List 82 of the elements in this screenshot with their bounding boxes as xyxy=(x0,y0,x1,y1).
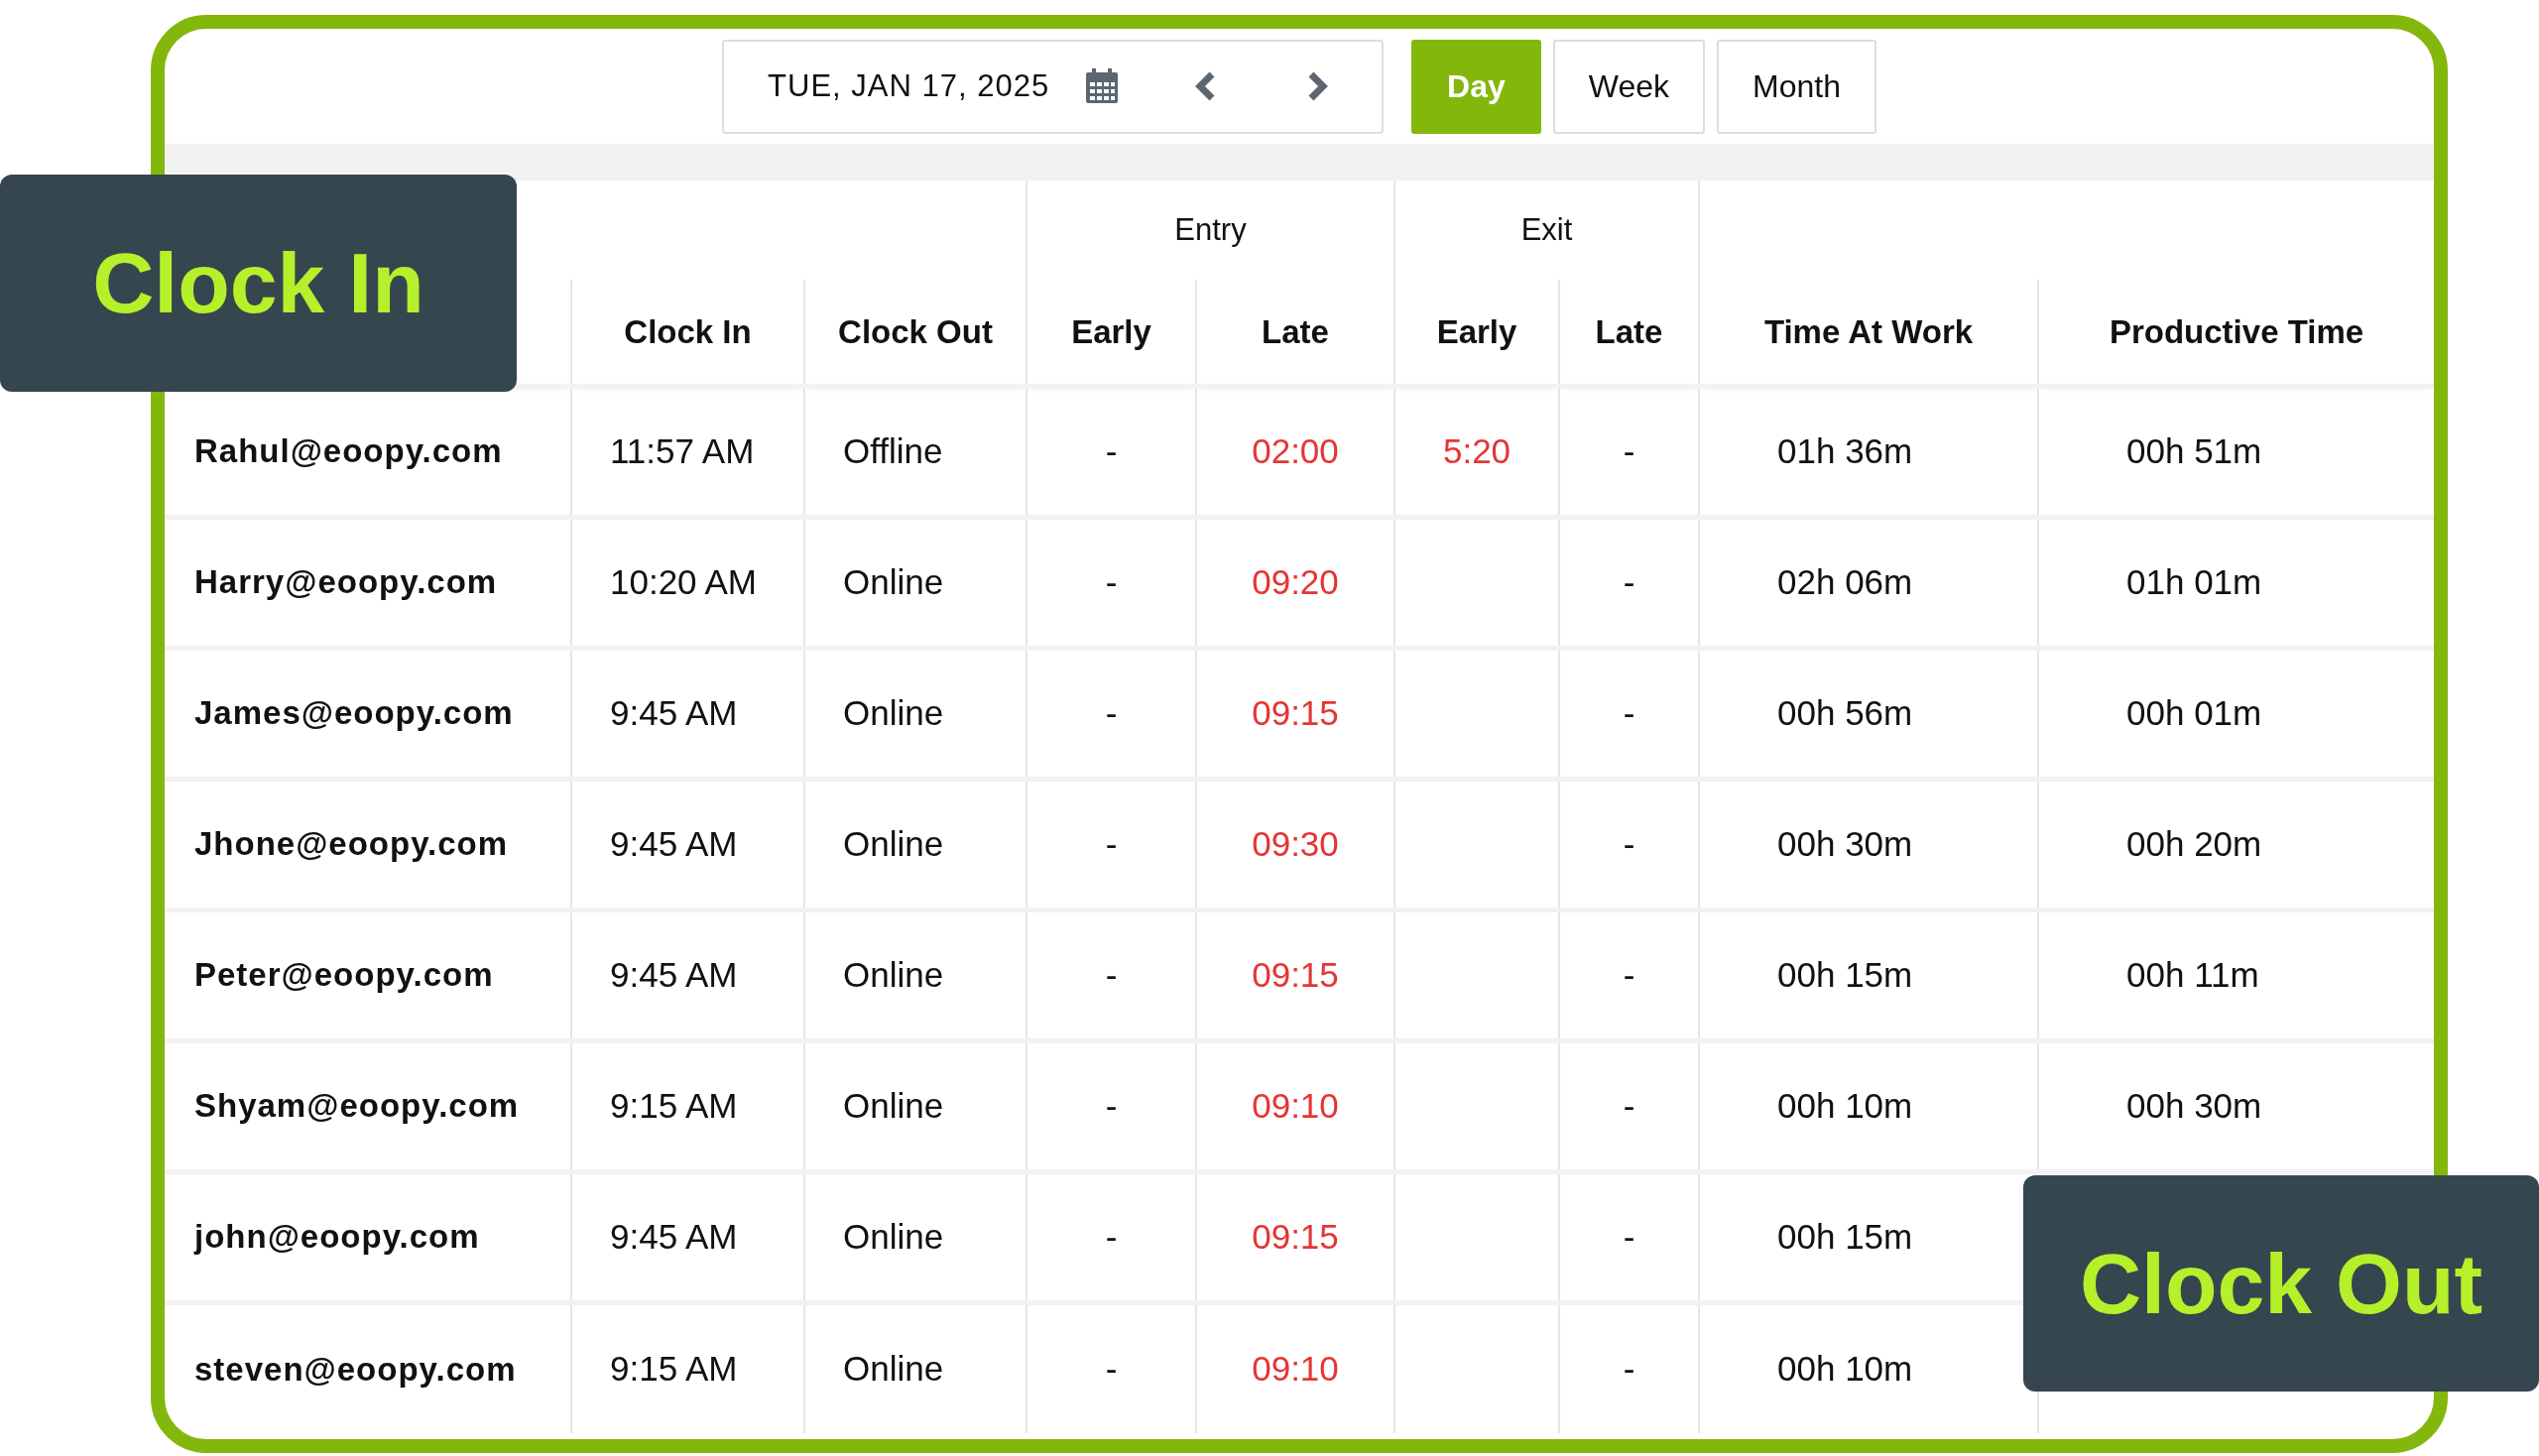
status-cell: Online xyxy=(843,1085,944,1125)
clock-in-cell: 11:57 AM xyxy=(610,430,755,470)
exit-late-cell: - xyxy=(1623,692,1635,732)
status-cell: Online xyxy=(843,1216,944,1256)
productive-time-cell: 01h 01m xyxy=(2126,561,2262,601)
productive-time-cell: 00h 30m xyxy=(2126,1085,2262,1125)
productive-time-cell: 00h 20m xyxy=(2126,823,2262,863)
email-cell: john@eoopy.com xyxy=(194,1218,480,1256)
time-at-work-cell: 01h 36m xyxy=(1777,430,1913,470)
column-header: Late xyxy=(1595,312,1663,350)
status-cell: Online xyxy=(843,823,944,863)
column-header: Productive Time xyxy=(2109,312,2364,350)
callout-label: Clock Out xyxy=(2023,1175,2539,1392)
time-at-work-cell: 00h 10m xyxy=(1777,1085,1913,1125)
status-cell: Online xyxy=(843,1349,944,1388)
calendar-icon[interactable] xyxy=(1085,68,1120,104)
clock-in-cell: 9:45 AM xyxy=(610,692,738,732)
time-at-work-cell: 00h 15m xyxy=(1777,1216,1913,1256)
entry-late-cell: 09:15 xyxy=(1252,954,1339,994)
clock-in-cell: 9:45 AM xyxy=(610,1216,738,1256)
view-tab[interactable]: Month xyxy=(1717,39,1876,134)
entry-late-cell: 02:00 xyxy=(1252,430,1339,470)
entry-early-cell: - xyxy=(1105,823,1118,863)
entry-late-cell: 09:10 xyxy=(1252,1349,1339,1388)
email-cell: Harry@eoopy.com xyxy=(194,563,498,601)
entry-early-cell: - xyxy=(1105,561,1118,601)
time-at-work-cell: 02h 06m xyxy=(1777,561,1913,601)
entry-late-cell: 09:15 xyxy=(1252,692,1339,732)
email-cell: Shyam@eoopy.com xyxy=(194,1087,520,1125)
entry-early-cell: - xyxy=(1105,692,1118,732)
clock-in-cell: 10:20 AM xyxy=(610,561,757,601)
entry-early-cell: - xyxy=(1105,1216,1118,1256)
date-picker[interactable]: TUE, JAN 17, 2025 xyxy=(722,39,1385,134)
clock-in-cell: 9:45 AM xyxy=(610,823,738,863)
entry-late-cell: 09:30 xyxy=(1252,823,1339,863)
email-cell: Peter@eoopy.com xyxy=(194,956,494,994)
exit-late-cell: - xyxy=(1623,954,1635,994)
exit-late-cell: - xyxy=(1623,430,1635,470)
column-header: Late xyxy=(1262,312,1329,350)
email-cell: James@eoopy.com xyxy=(194,694,514,732)
exit-late-cell: - xyxy=(1623,1085,1635,1125)
date-text: TUE, JAN 17, 2025 xyxy=(768,66,1051,105)
column-header: Clock In xyxy=(624,312,752,350)
chevron-right-icon[interactable] xyxy=(1307,71,1330,101)
entry-early-cell: - xyxy=(1105,954,1118,994)
group-header: Exit xyxy=(1520,211,1573,247)
status-cell: Online xyxy=(843,692,944,732)
time-at-work-cell: 00h 10m xyxy=(1777,1349,1913,1388)
entry-early-cell: - xyxy=(1105,1085,1118,1125)
clock-in-cell: 9:45 AM xyxy=(610,954,738,994)
entry-early-cell: - xyxy=(1105,430,1118,470)
clock-in-cell: 9:15 AM xyxy=(610,1349,738,1388)
time-at-work-cell: 00h 56m xyxy=(1777,692,1913,732)
productive-time-cell: 00h 51m xyxy=(2126,430,2262,470)
entry-early-cell: - xyxy=(1105,1349,1118,1388)
status-cell: Online xyxy=(843,561,944,601)
column-header: Clock Out xyxy=(838,312,993,350)
status-cell: Online xyxy=(843,954,944,994)
productive-time-cell: 00h 01m xyxy=(2126,692,2262,732)
productive-time-cell: 00h 11m xyxy=(2126,954,2259,994)
time-at-work-cell: 00h 30m xyxy=(1777,823,1913,863)
exit-late-cell: - xyxy=(1623,823,1635,863)
time-at-work-cell: 00h 15m xyxy=(1777,954,1913,994)
email-cell: Jhone@eoopy.com xyxy=(194,825,509,863)
exit-late-cell: - xyxy=(1623,1349,1635,1388)
email-cell: Rahul@eoopy.com xyxy=(194,432,503,470)
exit-late-cell: - xyxy=(1623,1216,1635,1256)
entry-late-cell: 09:20 xyxy=(1252,561,1339,601)
chevron-left-icon[interactable] xyxy=(1194,71,1217,101)
callout-label: Clock In xyxy=(0,175,517,392)
exit-late-cell: - xyxy=(1623,561,1635,601)
column-header: Early xyxy=(1436,312,1517,350)
email-cell: steven@eoopy.com xyxy=(194,1350,517,1388)
column-header: Early xyxy=(1071,312,1151,350)
column-header: Time At Work xyxy=(1763,312,1974,350)
clock-in-cell: 9:15 AM xyxy=(610,1085,738,1125)
exit-early-cell: 5:20 xyxy=(1442,430,1511,470)
group-header: Entry xyxy=(1174,211,1247,247)
entry-late-cell: 09:10 xyxy=(1252,1085,1339,1125)
view-tab[interactable]: Week xyxy=(1552,39,1705,134)
entry-late-cell: 09:15 xyxy=(1252,1216,1339,1256)
status-cell: Offline xyxy=(843,430,943,470)
